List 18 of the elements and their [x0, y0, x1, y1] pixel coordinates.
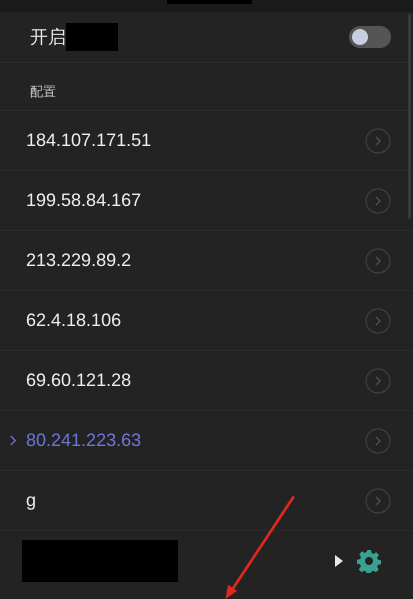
chevron-circle-icon[interactable] — [365, 248, 391, 274]
toggle-label: 开启 — [30, 26, 66, 49]
server-item[interactable]: 213.229.89.2 — [0, 231, 413, 291]
chevron-circle-icon[interactable] — [365, 488, 391, 514]
server-item[interactable]: 69.60.121.28 — [0, 351, 413, 411]
chevron-circle-icon[interactable] — [365, 428, 391, 454]
redaction-block — [66, 23, 118, 51]
chevron-icon — [10, 435, 17, 446]
toggle-switch[interactable] — [349, 26, 391, 48]
chevron-circle-icon[interactable] — [365, 308, 391, 334]
play-icon[interactable] — [335, 555, 343, 567]
chevron-circle-icon[interactable] — [365, 128, 391, 154]
chevron-circle-icon[interactable] — [365, 188, 391, 214]
settings-icon[interactable] — [357, 549, 381, 573]
chevron-circle-icon[interactable] — [365, 368, 391, 394]
server-item[interactable]: 80.241.223.63 — [0, 411, 413, 471]
server-item[interactable]: g — [0, 471, 413, 531]
server-item[interactable]: 62.4.18.106 — [0, 291, 413, 351]
